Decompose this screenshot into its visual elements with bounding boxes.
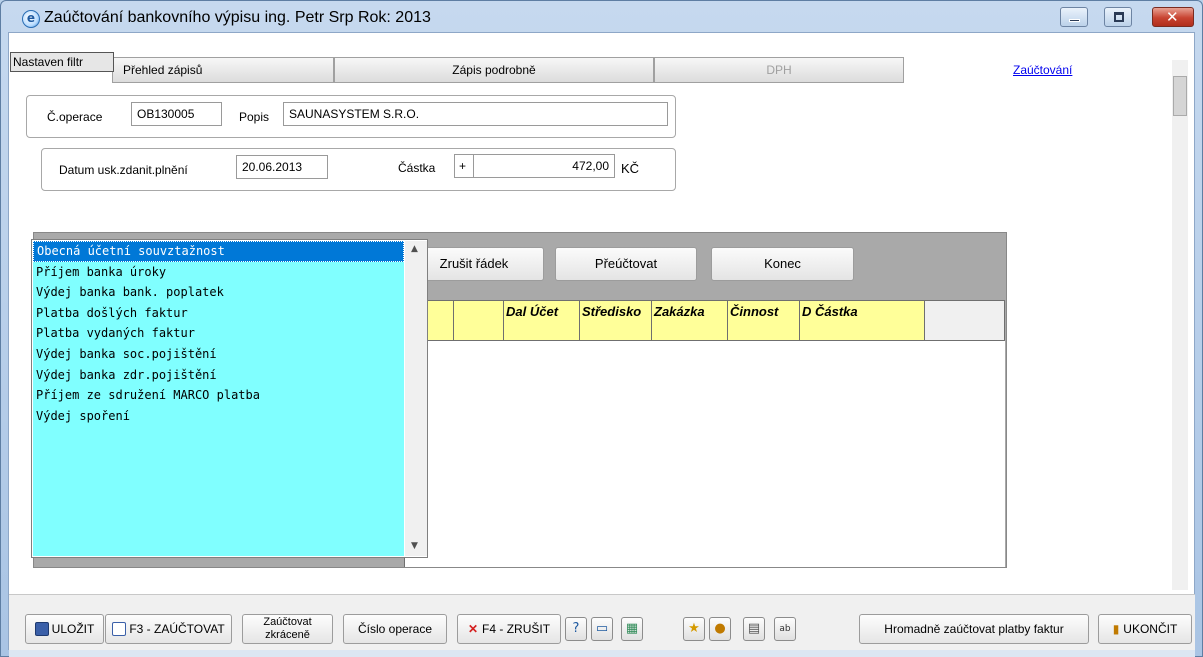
tab-zapis-podrobne[interactable]: Zápis podrobně — [334, 57, 654, 83]
zauctovat-button[interactable]: F3 - ZAÚČTOVAT — [105, 614, 232, 644]
list-item[interactable]: Výdej spoření — [33, 406, 404, 427]
tab-prehled-zapisu[interactable]: Přehled zápisů — [112, 57, 334, 83]
close-button[interactable]: ✕ — [1152, 7, 1194, 27]
minimize-button[interactable] — [1060, 7, 1088, 27]
konec-button[interactable]: Konec — [711, 247, 854, 281]
column-header-filler — [925, 301, 1004, 340]
ulozit-button[interactable]: ULOŽIT — [25, 614, 104, 644]
popis-label: Popis — [239, 110, 270, 124]
ulozit-label: ULOŽIT — [51, 622, 95, 636]
title-bar: e Zaúčtování bankovního výpisu ing. Petr… — [0, 0, 1201, 32]
maximize-button[interactable] — [1104, 7, 1132, 27]
filter-button[interactable]: Nastaven filtr — [10, 52, 114, 72]
column-header-empty[interactable] — [454, 301, 504, 340]
operace-field[interactable]: OB130005 — [131, 102, 222, 126]
list-item[interactable]: Příjem ze sdružení MARCO platba — [33, 385, 404, 406]
grid-body[interactable] — [404, 341, 1005, 567]
scroll-up-icon[interactable]: ▲ — [411, 244, 418, 254]
zkracene-line2: zkráceně — [265, 629, 310, 641]
souvztaznost-dropdown-list[interactable]: Obecná účetní souvztažnost Příjem banka … — [31, 239, 428, 558]
zauctovat-zkracene-button[interactable]: Zaúčtovat zkráceně — [242, 614, 333, 644]
scrollbar-thumb[interactable] — [1173, 76, 1187, 116]
card-icon[interactable]: ▭ — [591, 617, 613, 641]
ukoncit-button[interactable]: ▮ UKONČIT — [1098, 614, 1192, 644]
castka-sign-field[interactable]: + — [454, 154, 474, 178]
f4-zrusit-button[interactable]: ✕ F4 - ZRUŠIT — [457, 614, 561, 644]
preuctovat-button[interactable]: Přeúčtovat — [555, 247, 697, 281]
grid-header: t Dal Účet Středisko Zakázka Činnost D Č… — [404, 300, 1005, 341]
f4-zrusit-label: F4 - ZRUŠIT — [482, 622, 551, 636]
save-icon — [34, 622, 49, 636]
documents-icon[interactable]: ▤ — [743, 617, 765, 641]
scroll-down-icon[interactable]: ▼ — [411, 541, 418, 551]
spreadsheet-icon[interactable]: ▦ — [621, 617, 643, 641]
maximize-icon — [1114, 12, 1124, 22]
column-header-cinnost[interactable]: Činnost — [728, 301, 800, 340]
tab-dph[interactable]: DPH — [654, 57, 904, 83]
list-scrollbar[interactable]: ▲ ▼ — [405, 241, 427, 556]
list-item[interactable]: Výdej banka zdr.pojištění — [33, 365, 404, 386]
mena-label: KČ — [621, 161, 640, 176]
column-header-d-castka[interactable]: D Částka — [800, 301, 925, 340]
cancel-x-icon: ✕ — [467, 622, 479, 636]
column-header-stredisko[interactable]: Středisko — [580, 301, 652, 340]
star-icon[interactable]: ★ — [683, 617, 705, 641]
list-item[interactable]: Výdej banka soc.pojištění — [33, 344, 404, 365]
app-logo-icon: e — [22, 10, 40, 28]
zkracene-line1: Zaúčtovat — [263, 616, 312, 628]
close-icon: ✕ — [1166, 8, 1179, 26]
dropdown-items: Obecná účetní souvztažnost Příjem banka … — [33, 241, 404, 556]
list-item[interactable]: Obecná účetní souvztažnost — [33, 241, 404, 262]
hromadne-zauctovat-button[interactable]: Hromadně zaúčtovat platby faktur — [859, 614, 1089, 644]
list-item[interactable]: Příjem banka úroky — [33, 262, 404, 283]
edit-icon — [112, 622, 127, 636]
exit-door-icon: ▮ — [1112, 622, 1120, 636]
datum-field[interactable]: 20.06.2013 — [236, 155, 328, 179]
zauctovat-label: F3 - ZAÚČTOVAT — [129, 622, 225, 636]
abc-icon[interactable]: ab — [774, 617, 796, 641]
help-icon[interactable]: ? — [565, 617, 587, 641]
castka-label: Částka — [398, 161, 436, 175]
castka-field[interactable]: 472,00 — [473, 154, 615, 178]
column-header-dal-ucet[interactable]: Dal Účet — [504, 301, 580, 340]
window-title: Zaúčtování bankovního výpisu ing. Petr S… — [44, 9, 431, 26]
operace-label: Č.operace — [47, 110, 103, 124]
tab-zauctovani[interactable]: Zaúčtování — [1013, 63, 1072, 77]
list-item[interactable]: Výdej banka bank. poplatek — [33, 282, 404, 303]
cislo-operace-button[interactable]: Číslo operace — [343, 614, 447, 644]
ukoncit-label: UKONČIT — [1123, 622, 1178, 636]
minimize-icon — [1069, 19, 1080, 22]
list-item[interactable]: Platba došlých faktur — [33, 303, 404, 324]
lock-icon[interactable]: ● — [709, 617, 731, 641]
datum-label: Datum usk.zdanit.plnění — [59, 163, 188, 177]
column-header-zakazka[interactable]: Zakázka — [652, 301, 728, 340]
list-item[interactable]: Platba vydaných faktur — [33, 323, 404, 344]
status-bar — [9, 650, 1195, 657]
vertical-scrollbar[interactable] — [1172, 60, 1188, 590]
popis-field[interactable]: SAUNASYSTEM S.R.O. — [283, 102, 668, 126]
